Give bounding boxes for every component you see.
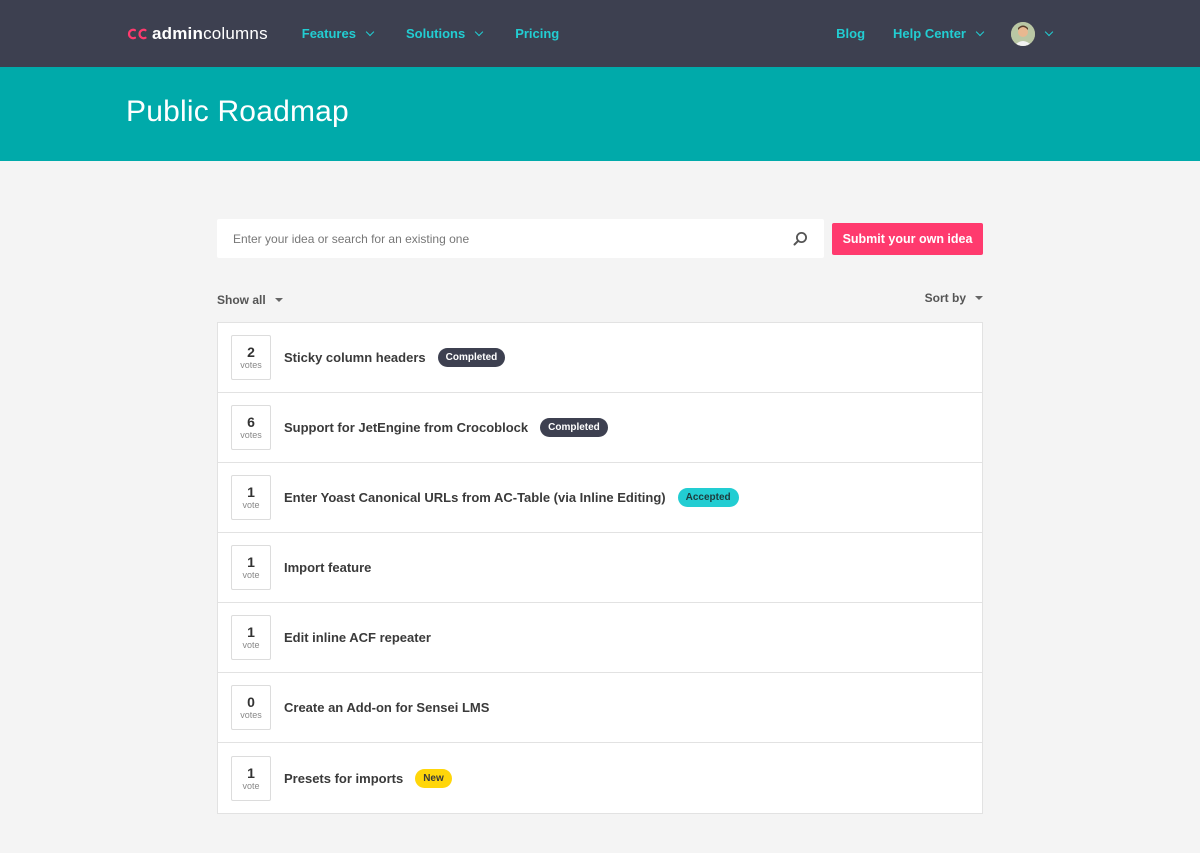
vote-button[interactable]: 2 votes [231,335,271,380]
page-header-banner: Public Roadmap [0,67,1200,161]
ideas-list: 2 votes Sticky column headers Completed … [217,322,983,814]
caret-down-icon [274,298,283,302]
vote-count: 6 [247,414,255,430]
vote-button[interactable]: 1 vote [231,755,271,801]
chevron-down-icon [474,27,484,36]
admincolumns-logo-icon [127,28,147,39]
idea-title[interactable]: Edit inline ACF repeater [284,630,431,645]
site-logo[interactable]: admin columns [126,24,268,44]
chevron-down-icon [1044,27,1054,36]
vote-count: 1 [247,484,255,500]
nav-features[interactable]: Features [301,26,375,41]
vote-button[interactable]: 1 vote [231,615,271,660]
idea-row: 1 vote Import feature [218,533,982,603]
submit-idea-button[interactable]: Submit your own idea [832,223,983,255]
vote-button[interactable]: 0 votes [231,685,271,730]
idea-title[interactable]: Sticky column headers [284,350,426,365]
user-avatar [1011,21,1035,46]
vote-label: vote [242,500,260,510]
nav-pricing[interactable]: Pricing [515,26,559,41]
idea-title[interactable]: Support for JetEngine from Crocoblock [284,420,528,435]
vote-label: vote [242,780,260,791]
vote-button[interactable]: 1 vote [231,545,271,590]
vote-count: 0 [247,694,255,710]
vote-button[interactable]: 1 vote [231,475,271,520]
logo-text-columns: columns [203,23,268,43]
idea-row: 1 vote Edit inline ACF repeater [218,603,982,673]
search-icon[interactable] [793,231,808,246]
status-badge: Accepted [677,488,739,507]
chevron-down-icon [975,27,985,36]
search-row: Submit your own idea [217,219,983,258]
vote-label: vote [242,570,260,580]
idea-title[interactable]: Enter Yoast Canonical URLs from AC-Table… [284,490,666,505]
page-title: Public Roadmap [126,95,349,128]
caret-down-icon [975,296,983,300]
roadmap-content: Submit your own idea Show all Sort by 2 … [217,219,983,814]
main-nav: Features Solutions Pricing [302,26,593,41]
nav-features-label: Features [301,26,356,41]
vote-count: 1 [247,554,255,570]
user-menu[interactable] [1011,21,1054,46]
secondary-nav: Blog Help Center [836,21,1054,46]
show-all-filter[interactable]: Show all [217,291,283,309]
sort-by-label: Sort by [924,291,966,305]
top-navigation-bar: admin columns Features Solutions Pricing … [0,0,1200,67]
logo-text-admin: admin [152,23,204,43]
nav-help-center-label: Help Center [893,26,966,41]
vote-label: vote [242,640,260,650]
avatar-icon [1011,21,1035,46]
nav-pricing-label: Pricing [515,26,560,41]
status-badge: New [415,768,452,788]
vote-count: 1 [247,624,255,640]
top-navigation-inner: admin columns Features Solutions Pricing … [126,0,1054,67]
idea-title[interactable]: Create an Add-on for Sensei LMS [284,700,489,715]
nav-help-center[interactable]: Help Center [893,26,985,41]
idea-row: 0 votes Create an Add-on for Sensei LMS [218,673,982,743]
vote-count: 2 [247,344,255,360]
search-box [217,219,824,258]
vote-label: votes [240,430,262,440]
status-badge: Completed [540,418,608,437]
filter-row: Show all Sort by [217,289,983,309]
sort-by-dropdown[interactable]: Sort by [925,287,983,309]
idea-row: 6 votes Support for JetEngine from Croco… [218,393,982,463]
status-badge: Completed [437,348,506,367]
nav-blog-label: Blog [836,26,866,41]
idea-row: 2 votes Sticky column headers Completed [218,323,982,393]
nav-blog[interactable]: Blog [836,26,865,41]
show-all-label: Show all [217,293,266,307]
idea-row: 1 vote Enter Yoast Canonical URLs from A… [218,463,982,533]
vote-button[interactable]: 6 votes [231,405,271,450]
nav-solutions[interactable]: Solutions [405,26,484,41]
vote-label: votes [240,360,262,370]
idea-search-input[interactable] [233,231,793,246]
idea-title[interactable]: Import feature [284,560,371,575]
idea-row: 1 vote Presets for imports New [218,743,982,813]
vote-label: votes [240,710,262,720]
nav-solutions-label: Solutions [405,26,466,41]
idea-title[interactable]: Presets for imports [284,771,403,786]
chevron-down-icon [365,27,375,36]
vote-count: 1 [247,764,255,781]
